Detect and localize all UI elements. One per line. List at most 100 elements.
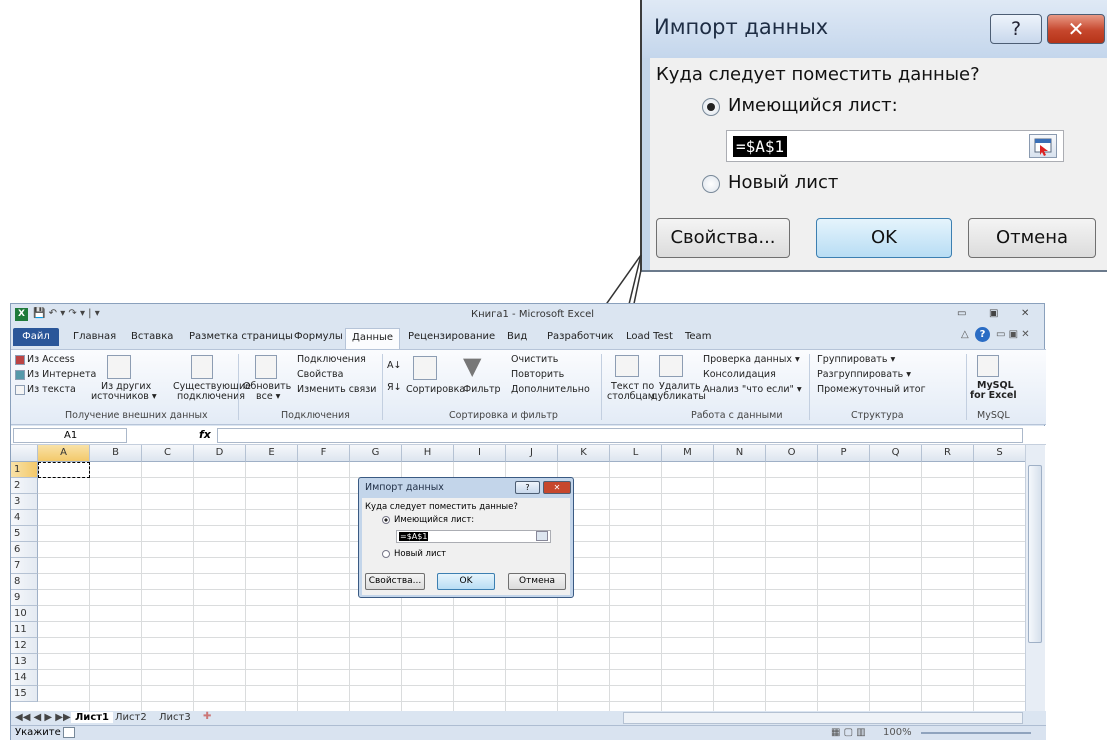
minimize-icon[interactable]: ▭ [957,308,966,319]
row-header[interactable]: 9 [11,590,38,606]
column-header[interactable]: Q [870,445,922,462]
reapply-button[interactable]: Повторить [511,369,564,380]
small-close-button[interactable]: ✕ [543,481,571,494]
row-header[interactable]: 10 [11,606,38,622]
column-header[interactable]: J [506,445,558,462]
row-header[interactable]: 1 [11,462,38,478]
scroll-thumb[interactable] [1028,465,1042,643]
remove-dup-line2[interactable]: дубликаты [651,391,706,402]
data-validation-button[interactable]: Проверка данных ▾ [703,354,800,365]
ribbon-collapse-icon[interactable]: △ [961,329,969,340]
tab-home[interactable]: Главная [73,331,116,342]
sort-az-icon[interactable]: А↓ [387,360,401,371]
from-access-button[interactable]: Из Access [27,354,75,365]
view-buttons-icon[interactable]: ▦ ▢ ▥ [831,727,866,738]
refresh-line2[interactable]: все ▾ [256,391,280,402]
column-header[interactable]: L [610,445,662,462]
tab-file[interactable]: Файл [13,328,59,346]
row-header[interactable]: 3 [11,494,38,510]
tab-developer[interactable]: Разработчик [547,331,614,342]
column-header[interactable]: K [558,445,610,462]
small-range-input[interactable]: =$A$1 [396,530,551,543]
small-radio-new[interactable] [382,550,390,558]
row-header[interactable]: 8 [11,574,38,590]
column-header[interactable]: I [454,445,506,462]
column-header[interactable]: H [402,445,454,462]
small-properties-button[interactable]: Свойства... [365,573,425,590]
sheet-tab-3[interactable]: Лист3 [159,712,191,723]
doc-minimize-icon[interactable]: ▭ ▣ ✕ [996,329,1030,340]
column-header[interactable]: B [90,445,142,462]
zoom-level[interactable]: 100% [883,727,912,738]
vertical-scrollbar[interactable] [1025,445,1045,711]
tab-data[interactable]: Данные [345,328,401,349]
filter-button[interactable]: Фильтр [463,384,501,395]
select-all-corner[interactable] [11,445,38,462]
column-header[interactable]: N [714,445,766,462]
ungroup-button[interactable]: Разгруппировать ▾ [817,369,911,380]
column-header[interactable]: S [974,445,1025,462]
horizontal-scrollbar[interactable] [623,712,1023,724]
tab-load-test[interactable]: Load Test [626,331,673,342]
small-ok-button[interactable]: OK [437,573,495,590]
active-cell-a1[interactable] [38,462,90,478]
column-header[interactable]: F [298,445,350,462]
edit-links-button[interactable]: Изменить связи [297,384,376,395]
column-header[interactable]: G [350,445,402,462]
mysql-line2[interactable]: for Excel [970,390,1017,401]
subtotal-button[interactable]: Промежуточный итог [817,384,926,395]
existing-conn-line2[interactable]: подключения [177,391,245,402]
name-box[interactable]: A1 [13,428,127,443]
sort-za-icon[interactable]: Я↓ [387,382,402,393]
small-range-picker-icon[interactable] [536,531,548,541]
column-header[interactable]: C [142,445,194,462]
text-to-columns-line2[interactable]: столбцам [607,391,655,402]
column-header[interactable]: E [246,445,298,462]
small-radio-existing[interactable] [382,516,390,524]
new-sheet-icon[interactable]: ✚ [203,711,211,722]
from-web-button[interactable]: Из Интернета [27,369,96,380]
whatif-button[interactable]: Анализ "что если" ▾ [703,384,802,395]
window-close-icon[interactable]: ✕ [1021,308,1029,319]
other-sources-line2[interactable]: источников ▾ [91,391,157,402]
small-radio-existing-label[interactable]: Имеющийся лист: [394,515,474,525]
row-header[interactable]: 6 [11,542,38,558]
column-header[interactable]: O [766,445,818,462]
sheet-tab-1[interactable]: Лист1 [71,712,113,723]
group-button[interactable]: Группировать ▾ [817,354,895,365]
column-header[interactable]: R [922,445,974,462]
small-radio-new-label[interactable]: Новый лист [394,549,446,559]
column-header[interactable]: D [194,445,246,462]
tab-page-layout[interactable]: Разметка страницы [189,331,293,342]
row-header[interactable]: 11 [11,622,38,638]
formula-input[interactable] [217,428,1023,443]
sheet-tab-2[interactable]: Лист2 [115,712,147,723]
help-icon[interactable]: ? [975,327,990,342]
tab-formulas[interactable]: Формулы [294,331,343,342]
row-header[interactable]: 13 [11,654,38,670]
small-cancel-button[interactable]: Отмена [508,573,566,590]
sheet-nav-icon[interactable]: ◀◀ ◀ ▶ ▶▶ [15,712,71,723]
row-header[interactable]: 2 [11,478,38,494]
zoom-slider[interactable] [921,732,1031,734]
properties-ribbon-button[interactable]: Свойства [297,369,343,380]
consolidate-button[interactable]: Консолидация [703,369,776,380]
quick-access-toolbar[interactable]: 💾 ↶ ▾ ↷ ▾ | ▾ [33,308,100,319]
column-header[interactable]: A [38,445,90,462]
column-header[interactable]: P [818,445,870,462]
from-text-button[interactable]: Из текста [27,384,76,395]
row-header[interactable]: 5 [11,526,38,542]
sort-button[interactable]: Сортировка [406,384,465,395]
fx-icon[interactable]: fx [199,428,211,441]
row-header[interactable]: 14 [11,670,38,686]
row-header[interactable]: 15 [11,686,38,702]
tab-insert[interactable]: Вставка [131,331,173,342]
tab-team[interactable]: Team [685,331,711,342]
column-header[interactable]: M [662,445,714,462]
advanced-button[interactable]: Дополнительно [511,384,590,395]
row-header[interactable]: 12 [11,638,38,654]
tab-review[interactable]: Рецензирование [408,331,495,342]
row-header[interactable]: 7 [11,558,38,574]
maximize-icon[interactable]: ▣ [989,308,998,319]
row-header[interactable]: 4 [11,510,38,526]
